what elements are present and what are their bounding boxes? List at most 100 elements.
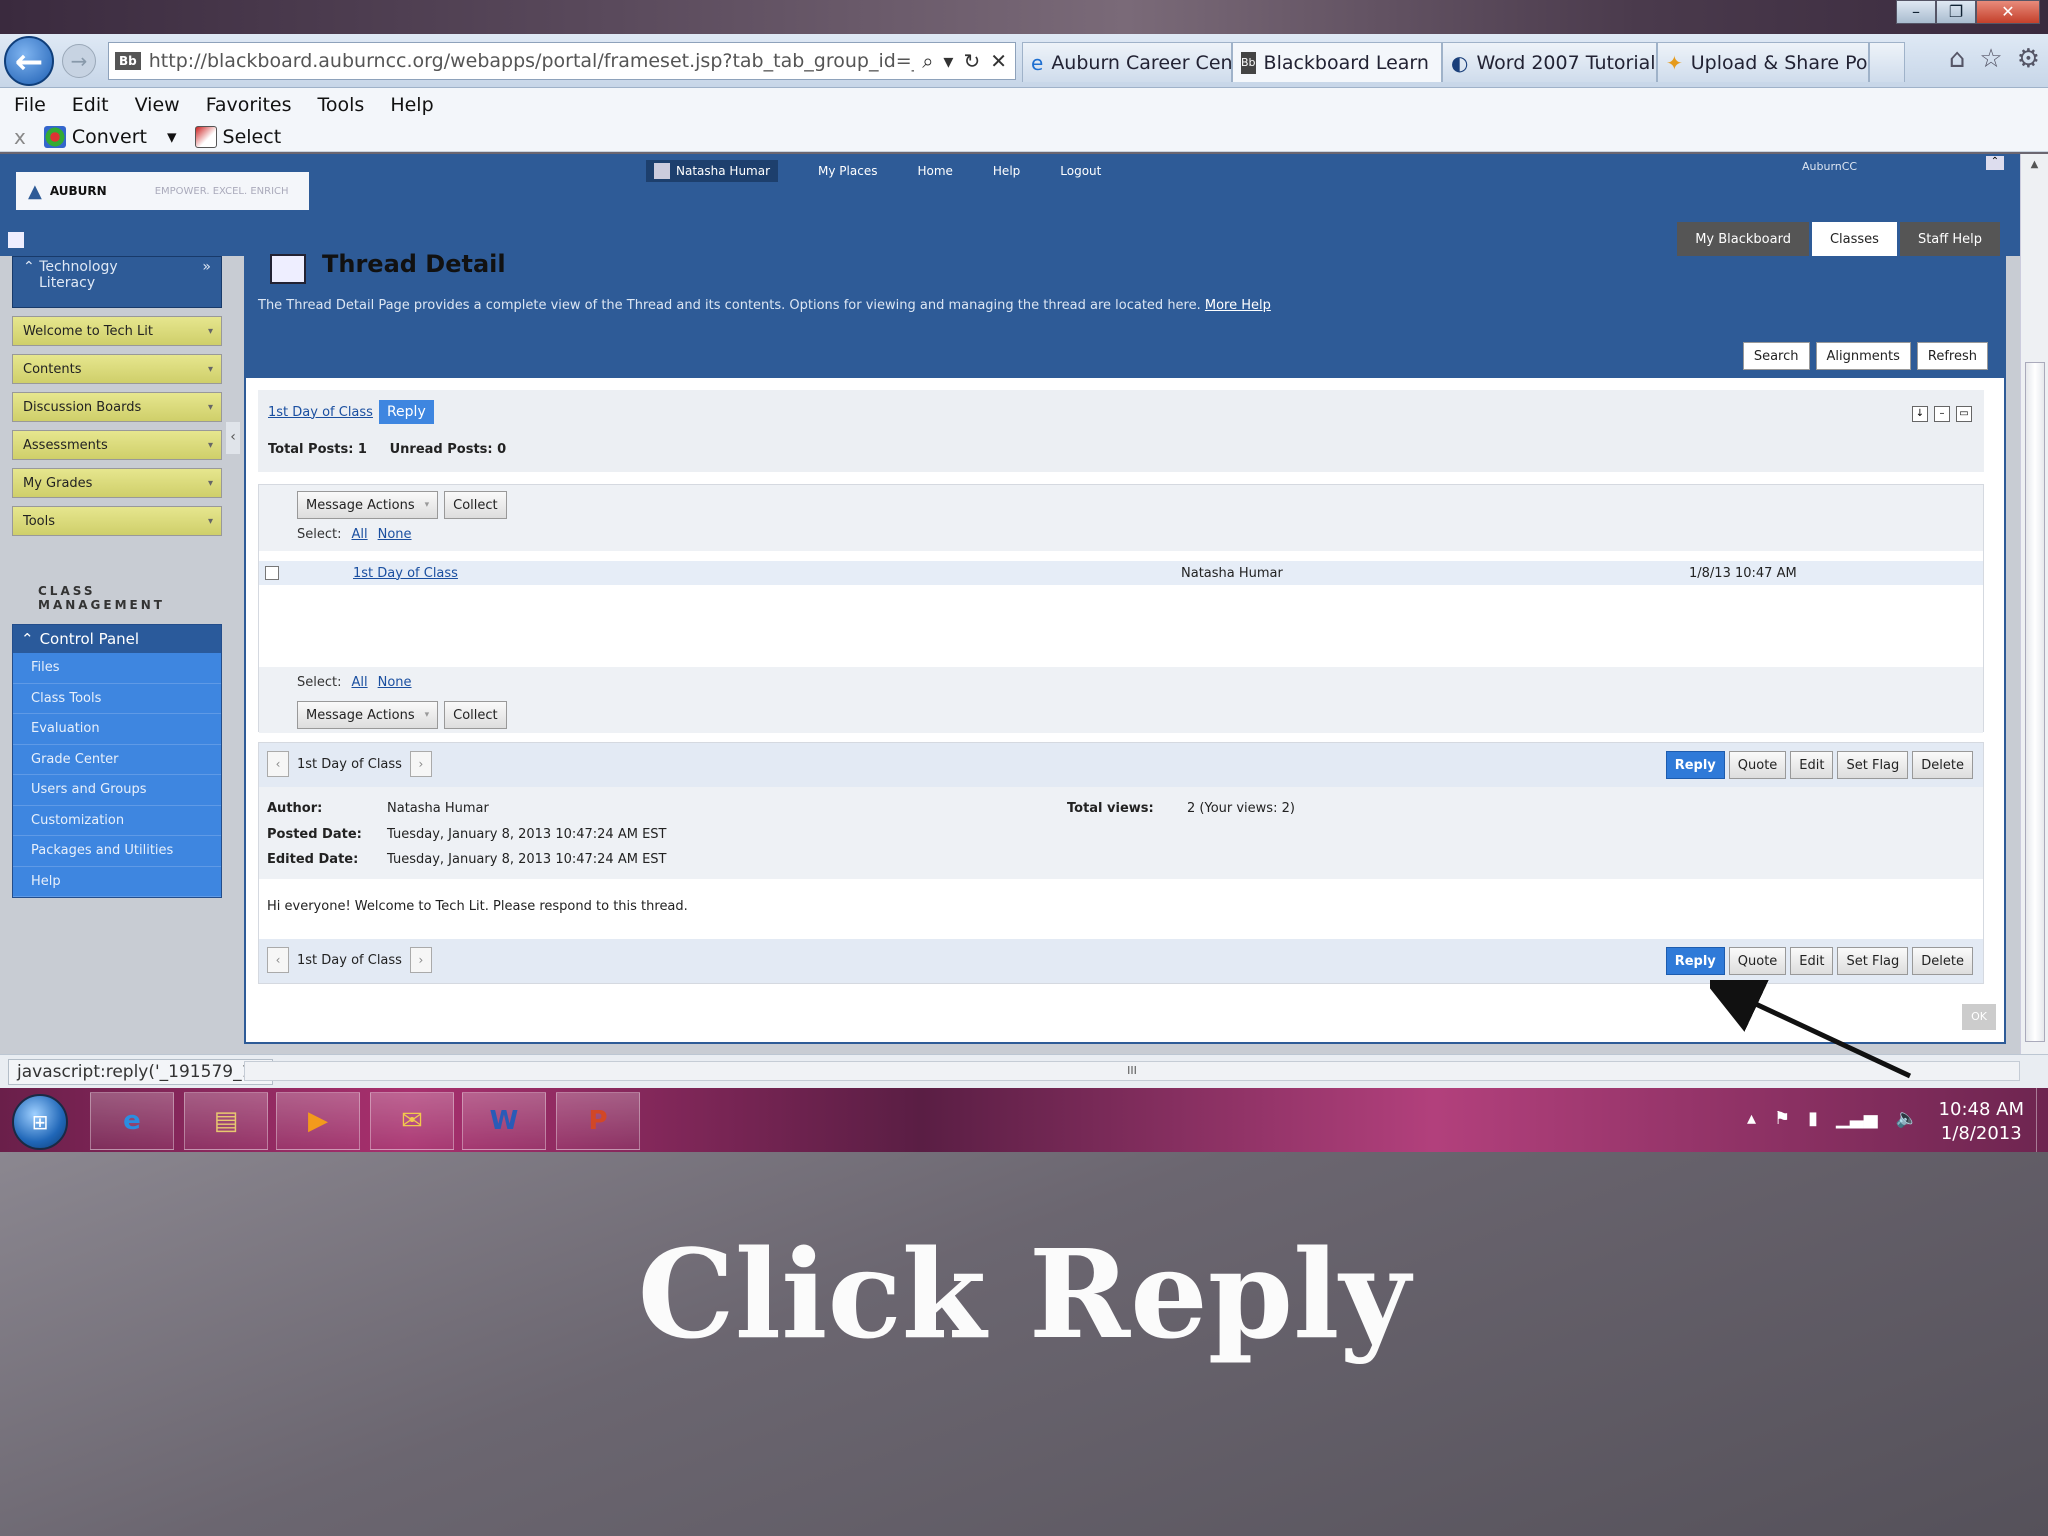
expand-all-icon[interactable]: ↓ bbox=[1912, 406, 1928, 422]
post-subject-link[interactable]: 1st Day of Class bbox=[353, 566, 458, 581]
nav-help[interactable]: Help bbox=[993, 164, 1020, 178]
course-menu-item[interactable]: Welcome to Tech Lit ▾ bbox=[12, 316, 222, 346]
nav-logout[interactable]: Logout bbox=[1060, 164, 1101, 178]
ok-button[interactable]: OK bbox=[1962, 1004, 1996, 1030]
menu-file[interactable]: File bbox=[14, 94, 46, 116]
address-bar[interactable]: Bb http://blackboard.auburncc.org/webapp… bbox=[108, 42, 1016, 80]
collect-button[interactable]: Collect bbox=[444, 701, 507, 729]
quote-button[interactable]: Quote bbox=[1728, 751, 1787, 779]
show-desktop-button[interactable] bbox=[2036, 1088, 2048, 1152]
delete-button[interactable]: Delete bbox=[1912, 751, 1973, 779]
gear-icon[interactable]: ⚙ bbox=[2017, 44, 2040, 74]
back-icon[interactable]: ← bbox=[4, 36, 54, 86]
volume-icon[interactable]: 🔈 bbox=[1896, 1108, 1918, 1129]
course-menu-item[interactable]: Assessments ▾ bbox=[12, 430, 222, 460]
menu-help[interactable]: Help bbox=[390, 94, 433, 116]
delete-button[interactable]: Delete bbox=[1912, 947, 1973, 975]
scroll-up-icon[interactable]: ▲ bbox=[2021, 154, 2048, 176]
menu-edit[interactable]: Edit bbox=[72, 94, 109, 116]
collapse-menu-icon[interactable]: ‹ bbox=[226, 422, 240, 454]
control-panel-item[interactable]: Help bbox=[13, 867, 221, 897]
stop-icon[interactable]: ✕ bbox=[990, 49, 1007, 73]
search-button[interactable]: Search bbox=[1742, 342, 1810, 370]
nav-my-places[interactable]: My Places bbox=[818, 164, 877, 178]
ie-icon[interactable]: e bbox=[90, 1092, 174, 1150]
select-none-link[interactable]: None bbox=[378, 675, 412, 690]
course-menu-item[interactable]: My Grades ▾ bbox=[12, 468, 222, 498]
word-icon[interactable]: W bbox=[462, 1092, 546, 1150]
power-icon[interactable]: ▮ bbox=[1808, 1108, 1818, 1129]
message-actions-button[interactable]: Message Actions ▾ bbox=[297, 701, 439, 729]
new-tab-button[interactable] bbox=[1869, 42, 1905, 82]
convert-button[interactable]: Convert ▾ bbox=[43, 125, 177, 148]
minimize-view-icon[interactable]: – bbox=[1934, 406, 1950, 422]
quote-button[interactable]: Quote bbox=[1728, 947, 1787, 975]
control-panel-item[interactable]: Users and Groups bbox=[13, 775, 221, 806]
refresh-icon[interactable]: ↻ bbox=[963, 49, 980, 73]
select-button[interactable]: Select bbox=[194, 125, 281, 148]
alignments-button[interactable]: Alignments bbox=[1815, 342, 1911, 370]
start-button[interactable]: ⊞ bbox=[12, 1094, 68, 1150]
restore-icon[interactable]: ❐ bbox=[1936, 0, 1976, 24]
control-panel-item[interactable]: Files bbox=[13, 653, 221, 684]
network-icon[interactable]: ▁▃▅ bbox=[1836, 1108, 1878, 1129]
powerpoint-icon[interactable]: P bbox=[556, 1092, 640, 1150]
course-menu-item[interactable]: Contents ▾ bbox=[12, 354, 222, 384]
scrollbar-thumb[interactable] bbox=[2025, 362, 2045, 1042]
page-menu-icon[interactable] bbox=[8, 232, 24, 248]
vertical-scrollbar[interactable]: ▲ bbox=[2020, 154, 2048, 1054]
menu-favorites[interactable]: Favorites bbox=[206, 94, 292, 116]
home-icon[interactable]: ⌂ bbox=[1949, 44, 1966, 74]
breadcrumb-thread-link[interactable]: 1st Day of Class bbox=[268, 405, 373, 420]
set-flag-button[interactable]: Set Flag bbox=[1837, 751, 1909, 779]
dropdown-icon[interactable]: ▾ bbox=[943, 49, 953, 73]
maximize-view-icon[interactable]: ▭ bbox=[1956, 406, 1972, 422]
tab-staff-help[interactable]: Staff Help bbox=[1899, 222, 2000, 256]
message-actions-button[interactable]: Message Actions ▾ bbox=[297, 491, 439, 519]
edit-button[interactable]: Edit bbox=[1790, 947, 1834, 975]
forward-icon[interactable]: → bbox=[62, 44, 96, 78]
post-checkbox[interactable] bbox=[265, 566, 279, 580]
explorer-icon[interactable]: ▤ bbox=[184, 1092, 268, 1150]
next-message-icon[interactable]: › bbox=[409, 751, 432, 777]
control-panel-item[interactable]: Grade Center bbox=[13, 745, 221, 775]
previous-message-icon[interactable]: ‹ bbox=[267, 947, 289, 973]
control-panel-header[interactable]: ⌃ Control Panel bbox=[13, 625, 221, 653]
tab-classes[interactable]: Classes bbox=[1811, 222, 1897, 256]
course-menu-item[interactable]: Tools ▾ bbox=[12, 506, 222, 536]
course-menu-item[interactable]: Discussion Boards ▾ bbox=[12, 392, 222, 422]
url-text[interactable]: http://blackboard.auburncc.org/webapps/p… bbox=[149, 50, 914, 72]
collect-button[interactable]: Collect bbox=[444, 491, 507, 519]
collapse-header-icon[interactable]: ⌃ bbox=[1986, 156, 2004, 170]
course-title[interactable]: ⌃ Technology » Literacy bbox=[12, 256, 222, 308]
set-flag-button[interactable]: Set Flag bbox=[1837, 947, 1909, 975]
tab-blackboard-learn[interactable]: Bb Blackboard Learn × bbox=[1232, 42, 1459, 82]
search-icon[interactable]: ⌕ bbox=[922, 49, 933, 73]
favorites-star-icon[interactable]: ☆ bbox=[1979, 44, 2002, 74]
menu-tools[interactable]: Tools bbox=[318, 94, 365, 116]
tab-auburn-career-center[interactable]: e Auburn Career Center bbox=[1022, 42, 1260, 82]
user-menu[interactable]: Natasha Humar bbox=[646, 160, 779, 182]
tab-my-blackboard[interactable]: My Blackboard bbox=[1677, 222, 1809, 256]
refresh-button[interactable]: Refresh bbox=[1916, 342, 1988, 370]
reply-button[interactable]: Reply bbox=[1665, 947, 1725, 975]
close-toolbar-icon[interactable]: x bbox=[14, 125, 26, 149]
control-panel-item[interactable]: Customization bbox=[13, 806, 221, 836]
system-clock[interactable]: 10:48 AM 1/8/2013 bbox=[1939, 1098, 2024, 1146]
auburn-logo[interactable]: ▲ AUBURN EMPOWER. EXCEL. ENRICH bbox=[16, 172, 309, 210]
reply-chip-button[interactable]: Reply bbox=[378, 400, 434, 424]
tab-upload-share[interactable]: ✦ Upload & Share Po... bbox=[1657, 42, 1885, 82]
more-help-link[interactable]: More Help bbox=[1205, 298, 1271, 313]
outlook-icon[interactable]: ✉ bbox=[370, 1092, 454, 1150]
next-message-icon[interactable]: › bbox=[409, 947, 432, 973]
select-none-link[interactable]: None bbox=[378, 527, 412, 542]
chevron-down-icon[interactable]: ▾ bbox=[167, 126, 177, 148]
action-center-flag-icon[interactable]: ⚑ bbox=[1774, 1108, 1790, 1129]
media-player-icon[interactable]: ▶ bbox=[276, 1092, 360, 1150]
control-panel-item[interactable]: Evaluation bbox=[13, 714, 221, 745]
show-hidden-icons-icon[interactable]: ▴ bbox=[1747, 1108, 1756, 1129]
select-all-link[interactable]: All bbox=[351, 675, 367, 690]
edit-button[interactable]: Edit bbox=[1790, 751, 1834, 779]
nav-home[interactable]: Home bbox=[917, 164, 952, 178]
select-all-link[interactable]: All bbox=[351, 527, 367, 542]
